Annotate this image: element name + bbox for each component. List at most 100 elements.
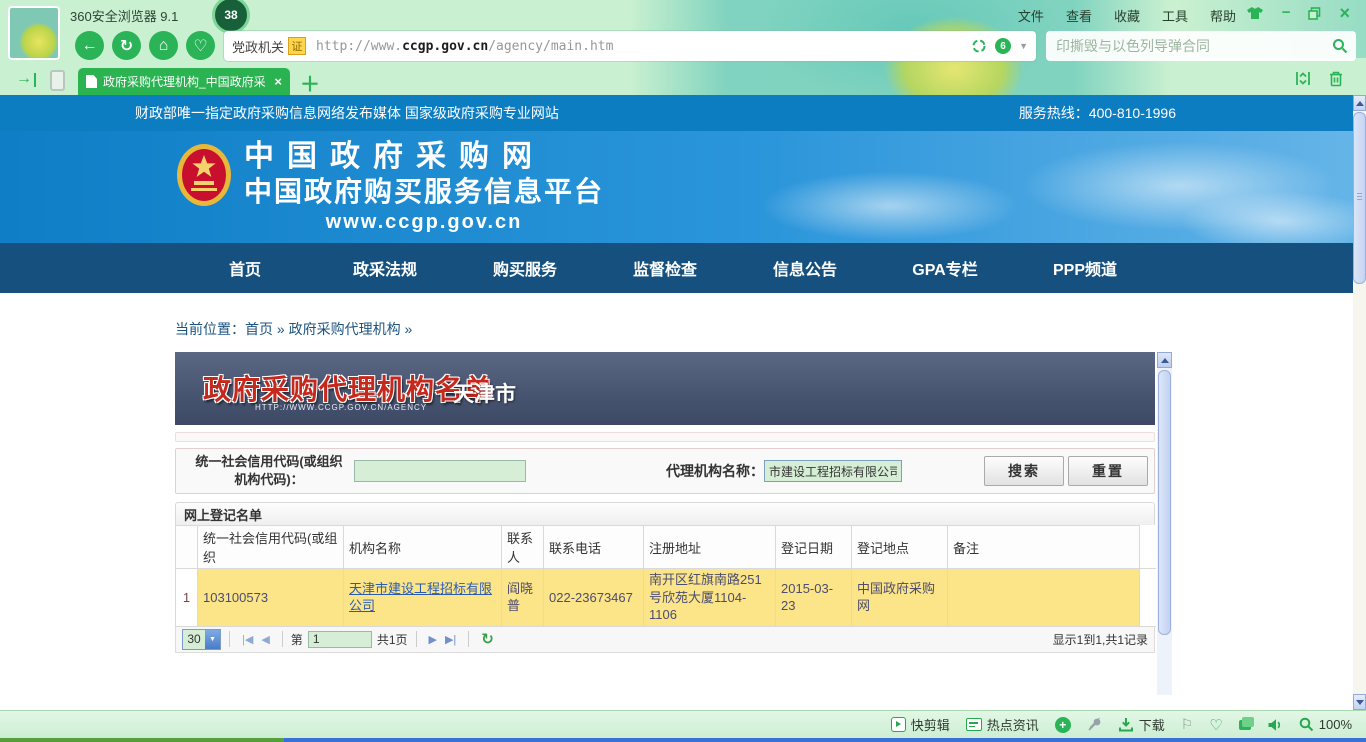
tab-active[interactable]: 政府采购代理机构_中国政府采 × (78, 68, 290, 95)
search-button[interactable]: 搜索 (984, 456, 1064, 486)
close-button[interactable]: × (1339, 4, 1350, 22)
accelerator-ball-icon[interactable]: + (1055, 717, 1071, 733)
reload-list-icon[interactable]: ↻ (481, 630, 494, 648)
skin-icon[interactable] (1246, 6, 1264, 20)
agency-name-input[interactable] (764, 460, 902, 482)
cell-agency-name: 天津市建设工程招标有限公司 (344, 569, 502, 627)
cell-address: 南开区红旗南路251号欣苑大厦1104-1106 (644, 569, 776, 627)
heart-icon[interactable]: ♡ (1209, 716, 1222, 734)
menu-tools[interactable]: 工具 (1162, 6, 1188, 25)
hot-news-item[interactable]: 热点资讯 (966, 715, 1039, 734)
table-header-row: 统一社会信用代码(或组织 机构名称 联系人 联系电话 注册地址 登记日期 登记地… (176, 526, 1156, 569)
page-total: 共1页 (377, 631, 408, 648)
col-agency-name: 机构名称 (344, 526, 502, 569)
section-title: 网上登记名单 (175, 502, 1155, 525)
cell-filler (1140, 569, 1156, 627)
new-tab-button[interactable]: ＋ (300, 68, 320, 97)
agency-link[interactable]: 天津市建设工程招标有限公司 (349, 581, 492, 614)
address-bar[interactable]: 党政机关 证 http://www.ccgp.gov.cn/agency/mai… (224, 31, 1036, 61)
chevron-down-icon[interactable]: ▼ (1019, 41, 1028, 51)
pagination-bar: 30 ▼ |◀ ◀ 第 共1页 ▶ ▶| ↻ 显示1到1,共1记录 (175, 627, 1155, 653)
home-button[interactable]: ⌂ (149, 31, 178, 60)
nav-gpa[interactable]: GPA专栏 (875, 243, 1015, 293)
browser-window: 360安全浏览器 9.1 38 文件 查看 收藏 工具 帮助 − × ← ↻ ⌂… (0, 0, 1366, 742)
site-title: 中国政府采购网 (244, 139, 604, 175)
breadcrumb[interactable]: 当前位置：首页 » 政府采购代理机构 » (175, 319, 412, 339)
banner-region: 天津市 (453, 378, 516, 408)
download-item[interactable]: 下载 (1118, 715, 1165, 734)
sidebar-toggle-icon[interactable]: → (16, 70, 32, 88)
menu-file[interactable]: 文件 (1018, 6, 1044, 25)
cell-phone: 022-23673467 (544, 569, 644, 627)
addressbar-actions: 6 ▼ (971, 38, 1028, 54)
trash-icon[interactable] (1328, 70, 1344, 87)
quick-edit-item[interactable]: 快剪辑 (891, 715, 950, 734)
first-page-button[interactable]: |◀ (242, 633, 253, 646)
search-input[interactable] (1054, 37, 1332, 55)
search-box (1046, 31, 1356, 61)
window-title: 360安全浏览器 9.1 (70, 6, 178, 25)
taskbar-segment (0, 738, 284, 742)
menu-view[interactable]: 查看 (1066, 6, 1092, 25)
cell-index: 1 (176, 569, 198, 627)
col-remark: 备注 (948, 526, 1140, 569)
tab-close-icon[interactable]: × (274, 74, 282, 89)
search-icon[interactable] (1332, 38, 1348, 54)
nav-supervision[interactable]: 监督检查 (595, 243, 735, 293)
next-page-button[interactable]: ▶ (429, 633, 437, 646)
inner-scroll-up-button[interactable] (1157, 352, 1172, 368)
news-icon (966, 718, 982, 731)
zoom-item[interactable]: 100% (1299, 717, 1352, 732)
url-text[interactable]: http://www.ccgp.gov.cn/agency/main.htm (316, 39, 613, 54)
nav-purchase-services[interactable]: 购买服务 (455, 243, 595, 293)
inner-scrollbar[interactable] (1157, 352, 1172, 695)
content-column: 政府采购代理机构名单 天津市 HTTP://WWW.CCGP.GOV.CN/AG… (175, 352, 1155, 653)
minimize-button[interactable]: − (1282, 4, 1291, 22)
refresh-button[interactable]: ↻ (112, 31, 141, 60)
menu-favorites[interactable]: 收藏 (1114, 6, 1140, 25)
nav-ppp[interactable]: PPP频道 (1015, 243, 1155, 293)
boards-icon[interactable] (1239, 720, 1251, 730)
table-row[interactable]: 1 103100573 天津市建设工程招标有限公司 阎晓普 022-236734… (176, 569, 1156, 627)
page-size-select[interactable]: 30 ▼ (182, 629, 221, 650)
snapshot-icon[interactable] (971, 38, 987, 54)
scroll-down-button[interactable] (1353, 694, 1366, 710)
pin-icon[interactable] (1087, 717, 1102, 732)
menu-help[interactable]: 帮助 (1210, 6, 1236, 25)
back-button[interactable]: ← (75, 31, 104, 60)
certificate-badge-icon[interactable]: 证 (288, 37, 306, 55)
last-page-button[interactable]: ▶| (445, 633, 456, 646)
main-scrollbar[interactable] (1353, 95, 1366, 710)
speaker-icon[interactable] (1267, 718, 1283, 732)
cell-place: 中国政府采购网 (852, 569, 948, 627)
search-form: 统一社会信用代码(或组织 机构代码)： 代理机构名称： 搜索 重置 (175, 448, 1155, 494)
nav-home[interactable]: 首页 (175, 243, 315, 293)
credit-code-input[interactable] (354, 460, 526, 482)
site-header: 中国政府采购网 中国政府购买服务信息平台 www.ccgp.gov.cn (0, 131, 1366, 243)
favorite-button[interactable]: ♡ (186, 31, 215, 60)
menu-bar: 文件 查看 收藏 工具 帮助 (1018, 6, 1236, 25)
site-slogan: 财政部唯一指定政府采购信息网络发布媒体 国家级政府采购专业网站 (135, 103, 559, 123)
restore-button[interactable] (1308, 7, 1321, 20)
flag-icon[interactable]: ⚐ (1181, 716, 1194, 733)
taskbar-sliver (0, 738, 1366, 742)
site-title-block[interactable]: 中国政府采购网 中国政府购买服务信息平台 www.ccgp.gov.cn (244, 139, 604, 235)
mobile-icon[interactable] (50, 70, 65, 91)
reset-button[interactable]: 重置 (1068, 456, 1148, 486)
quick-edit-icon (891, 717, 906, 732)
restore-tabs-icon[interactable] (1294, 70, 1312, 87)
page-number-input[interactable] (308, 631, 372, 648)
col-address: 注册地址 (644, 526, 776, 569)
select-caret-icon[interactable]: ▼ (205, 630, 220, 649)
inner-scrollbar-thumb[interactable] (1158, 370, 1171, 635)
speed-mode-icon[interactable]: 6 (995, 38, 1011, 54)
nav-announcements[interactable]: 信息公告 (735, 243, 875, 293)
col-place: 登记地点 (852, 526, 948, 569)
prev-page-button[interactable]: ◀ (261, 633, 269, 646)
scroll-up-button[interactable] (1353, 95, 1366, 111)
tabbar-right-actions (1294, 70, 1344, 87)
banner-title: 政府采购代理机构名单 (203, 368, 493, 408)
scrollbar-thumb[interactable] (1353, 112, 1366, 284)
site-notice-bar: 财政部唯一指定政府采购信息网络发布媒体 国家级政府采购专业网站 服务热线：400… (0, 95, 1366, 131)
nav-regulations[interactable]: 政采法规 (315, 243, 455, 293)
